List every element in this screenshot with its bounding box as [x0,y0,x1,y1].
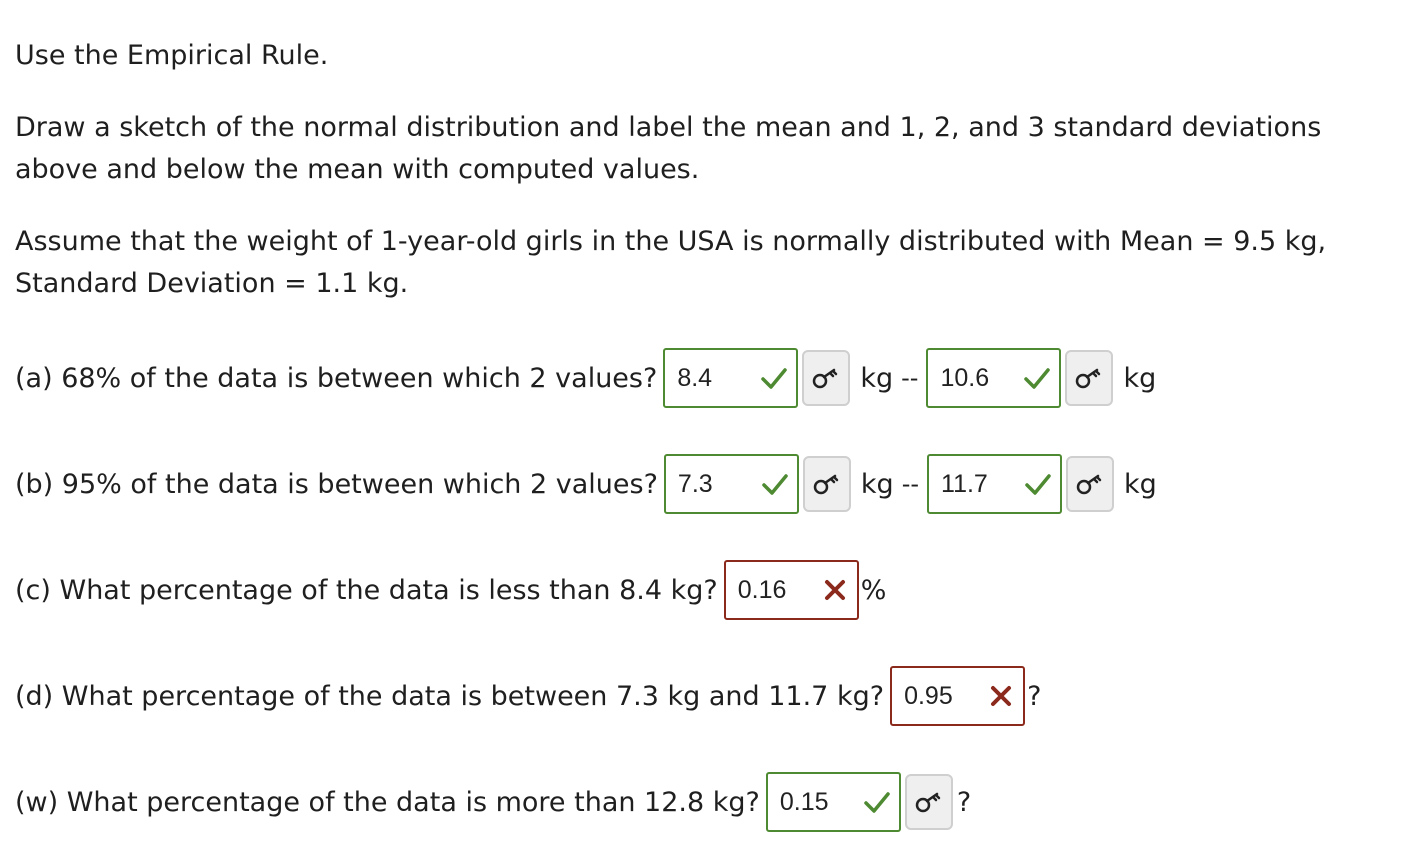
answer-value: 0.95 [904,681,953,710]
question-a-prompt: (a) 68% of the data is between which 2 v… [15,362,658,394]
question-c-prompt: (c) What percentage of the data is less … [15,574,718,606]
unit-label: ? [1027,680,1042,712]
check-icon [864,792,890,813]
answer-w-input[interactable]: 0.15 [765,772,901,832]
answer-value: 0.16 [737,575,787,604]
unit-label: % [860,574,887,606]
unit-label: kg [1123,362,1157,394]
cross-icon [991,686,1012,706]
assumption-line: Assume that the weight of 1-year-old gir… [15,226,1327,257]
question-d-prompt: (d) What percentage of the data is betwe… [15,680,885,712]
key-icon [1076,368,1101,389]
check-icon [761,368,788,389]
unit-label: kg [1124,468,1157,500]
range-separator: -- [901,470,920,498]
answer-value: 0.15 [779,787,829,816]
key-button[interactable] [802,350,851,406]
answer-a-upper-input[interactable]: 10.6 [926,348,1062,408]
answer-value: 11.7 [941,469,988,498]
instruction-line: Draw a sketch of the normal distribution… [15,112,1322,143]
key-button[interactable] [1065,350,1114,406]
unit-label: kg [860,362,894,394]
cross-icon [824,580,845,600]
range-separator: -- [901,364,919,392]
question-c: (c) What percentage of the data is less … [15,560,886,620]
question-b-prompt: (b) 95% of the data is between which 2 v… [15,468,658,500]
answer-value: 8.4 [677,363,713,392]
instruction-line: above and below the mean with computed v… [15,154,700,185]
answer-c-input[interactable]: 0.16 [723,560,859,620]
question-b: (b) 95% of the data is between which 2 v… [15,454,1157,514]
assumption-line: Standard Deviation = 1.1 kg. [15,268,409,299]
unit-label: kg [860,468,894,500]
check-icon [1025,474,1051,495]
key-icon [915,792,941,813]
answer-a-lower-input[interactable]: 8.4 [663,348,799,408]
key-icon [813,368,838,389]
check-icon [1024,368,1051,389]
key-button[interactable] [1066,456,1115,512]
question-d: (d) What percentage of the data is betwe… [15,666,1041,726]
key-icon [813,474,839,495]
answer-b-upper-input[interactable]: 11.7 [927,454,1063,514]
question-w-prompt: (w) What percentage of the data is more … [15,786,760,818]
key-button[interactable] [802,456,851,512]
answer-value: 7.3 [677,469,713,498]
answer-d-input[interactable]: 0.95 [890,666,1026,726]
answer-value: 10.6 [940,363,990,392]
unit-label: ? [956,786,972,818]
question-w: (w) What percentage of the data is more … [15,772,971,832]
answer-b-lower-input[interactable]: 7.3 [663,454,799,514]
question-a: (a) 68% of the data is between which 2 v… [15,348,1156,408]
check-icon [762,474,788,495]
key-icon [1076,474,1102,495]
key-button[interactable] [904,774,953,830]
instruction-title: Use the Empirical Rule. [15,40,329,71]
